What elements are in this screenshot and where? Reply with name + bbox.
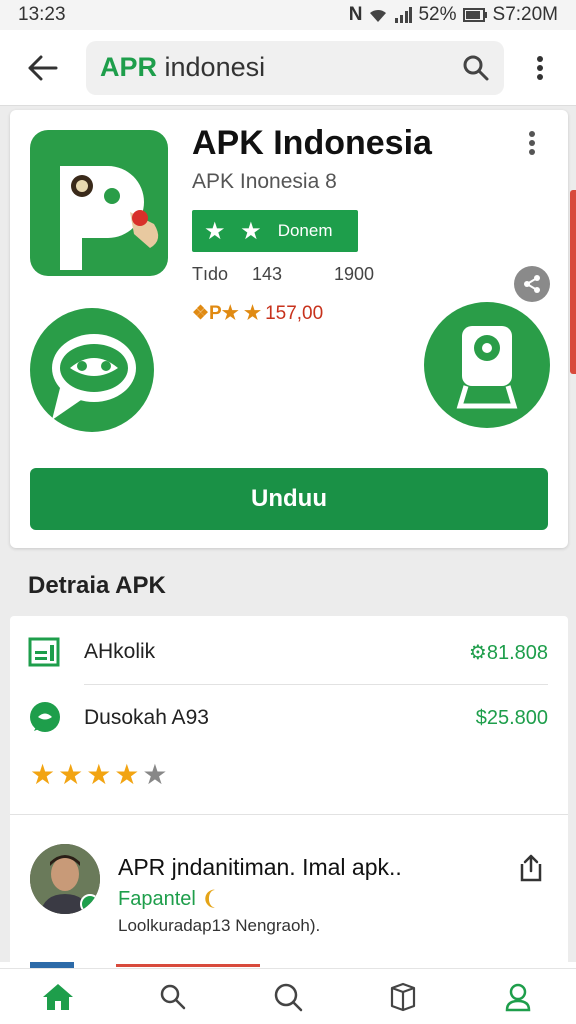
price-row: ❖P★ ★ 157,00 [192, 302, 323, 325]
share-icon [524, 275, 540, 293]
price-value: 157,00 [265, 302, 324, 324]
search-icon[interactable] [462, 54, 490, 82]
status-icons: N 52% S7:20M [349, 4, 558, 26]
verified-badge-icon [80, 894, 100, 914]
badge-label: Donem [277, 221, 333, 240]
meta-mid: 143 [252, 264, 283, 284]
app-icon[interactable] [30, 130, 168, 276]
home-icon [42, 983, 73, 1010]
device-app-icon[interactable] [424, 302, 550, 428]
box-icon [391, 982, 416, 1011]
detail-row[interactable]: Dusokah A93 $25.800 [10, 696, 568, 740]
document-icon [28, 637, 60, 667]
wifi-icon [370, 9, 387, 22]
next-item-accent [116, 964, 260, 967]
star-rating[interactable]: ★★★★★ [30, 758, 171, 791]
review-author: Fapantel ❨ [118, 886, 218, 911]
rating-badge: ★ ★ Donem [192, 210, 358, 252]
divider [10, 814, 568, 815]
install-button[interactable]: Unduu [30, 468, 548, 530]
back-arrow-icon [28, 55, 58, 80]
avatar[interactable] [30, 844, 100, 914]
share-button[interactable] [514, 266, 550, 302]
stars-filled: ★★★★ [30, 759, 143, 790]
meta-left: Tıdo [192, 264, 229, 284]
detail-label: Dusokah A93 [84, 706, 209, 729]
status-time: 13:23 [18, 4, 66, 25]
detail-row[interactable]: AHkolik ⚙︎81.808 [10, 630, 568, 674]
nav-search[interactable] [143, 969, 203, 1024]
app-card: APK Indonesia APK Inonesia 8 ★ ★ Donem T… [10, 110, 568, 548]
signal-icon [395, 7, 413, 23]
search-icon [274, 983, 303, 1011]
detail-label: AHkolik [84, 640, 156, 663]
status-right-time: S7:20M [492, 4, 558, 25]
status-bar: 13:23 N 52% S7:20M [0, 0, 576, 30]
chat-icon [30, 702, 60, 732]
search-header: APR indonesi [0, 30, 576, 106]
app-meta: Tıdo 143 1900 [192, 264, 374, 285]
review-body: Loolkuradap13 Nengraoh). [118, 916, 321, 935]
app-developer[interactable]: APK Inonesia 8 [192, 170, 337, 194]
detail-amount: $25.800 [475, 706, 548, 729]
divider [84, 684, 548, 685]
back-button[interactable] [0, 30, 86, 106]
share-review-button[interactable] [518, 854, 544, 887]
review-author-name: Fapantel [118, 888, 196, 910]
more-vert-icon [529, 131, 535, 155]
chat-bubble-icon [52, 334, 136, 420]
review-emoji: ❨ [201, 888, 219, 910]
meta-right: 1900 [334, 264, 375, 284]
badge-stars: ★ ★ [204, 217, 266, 245]
account-icon [506, 983, 531, 1011]
search-query-rest: indonesi [157, 52, 266, 82]
battery-percent: 52% [418, 4, 457, 25]
nav-account[interactable] [488, 969, 548, 1024]
chat-app-icon[interactable] [30, 308, 154, 432]
bottom-nav [0, 968, 576, 1024]
search-icon [160, 984, 186, 1009]
overflow-menu-button[interactable] [504, 30, 576, 106]
battery-icon [462, 8, 487, 22]
side-edge-indicator [570, 190, 576, 374]
search-input[interactable]: APR indonesi [86, 40, 504, 95]
app-title: APK Indonesia [192, 124, 432, 162]
nav-apps[interactable] [373, 969, 433, 1024]
device-stand-icon [456, 326, 518, 409]
details-card: AHkolik ⚙︎81.808 Dusokah A93 $25.800 ★★★… [10, 616, 568, 966]
details-section-title: Detraia APK [28, 572, 166, 599]
search-query: APR indonesi [100, 52, 265, 83]
nav-home[interactable] [28, 969, 88, 1024]
stars-empty: ★ [142, 759, 171, 790]
review-title: APR jndanitiman. Imal apk.. [118, 854, 402, 880]
detail-amount: ⚙︎81.808 [468, 641, 548, 664]
nav-search-2[interactable] [258, 969, 318, 1024]
price-icons: ❖P★ ★ [192, 303, 262, 324]
app-logo-icon [60, 166, 159, 270]
card-overflow-button[interactable] [528, 130, 536, 161]
notification-icon: N [348, 4, 363, 25]
search-query-prefix: APR [100, 52, 158, 82]
more-vert-icon [537, 55, 543, 80]
upload-icon [520, 854, 542, 882]
